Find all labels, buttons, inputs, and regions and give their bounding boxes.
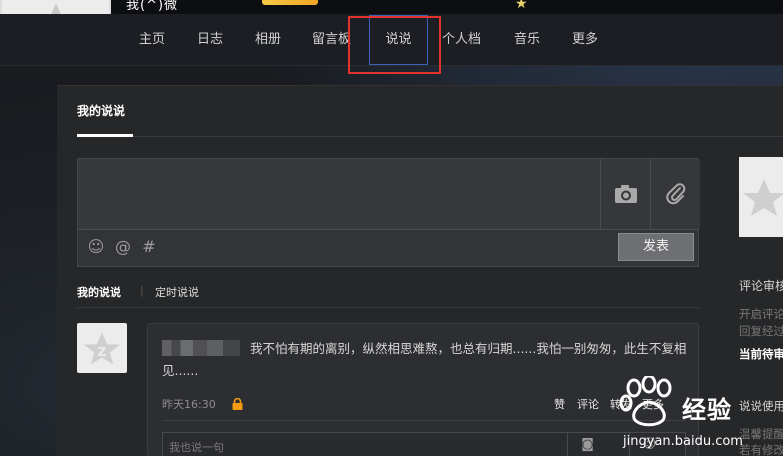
nav-blog[interactable]: 日志 [197, 14, 223, 66]
divider [77, 136, 783, 137]
post-author-avatar[interactable]: Z [77, 323, 127, 373]
comment-photo-icon[interactable]: ◙ [567, 433, 607, 456]
post-card: 我不怕有期的离别，纵然相思难熬，也总有归期......我怕一别匆匆，此生不复相见… [147, 323, 699, 456]
publish-button[interactable]: 发表 [618, 233, 694, 261]
post-content: 我不怕有期的离别，纵然相思难熬，也总有归期......我怕一别匆匆，此生不复相见… [162, 341, 687, 378]
post-timestamp[interactable]: 昨天16:30 [162, 396, 216, 412]
lock-icon [232, 398, 243, 410]
panel-title[interactable]: 我的说说 [77, 102, 125, 119]
svg-text:Z: Z [98, 345, 107, 359]
baidu-jingyan-watermark: 经验 jingyan.baidu.com [618, 368, 783, 456]
nav-more[interactable]: 更多 [572, 14, 598, 66]
comment-button[interactable]: 评论 [577, 396, 599, 412]
sidebar-avatar[interactable] [739, 157, 783, 237]
highlight-box [348, 16, 441, 74]
divider [77, 307, 699, 308]
comment-placeholder: 我也说一句 [169, 441, 224, 454]
divider [162, 420, 686, 421]
watermark-url: jingyan.baidu.com [623, 434, 743, 449]
sidebar-line: 回复经过 [739, 324, 783, 338]
nav-profile[interactable]: 个人档 [442, 14, 481, 66]
nav-home[interactable]: 主页 [139, 14, 165, 66]
subtab-separator: | [140, 284, 144, 297]
nav-music[interactable]: 音乐 [514, 14, 540, 66]
subtab-scheduled[interactable]: 定时说说 [155, 284, 199, 300]
star-decoration-icon: ★ [515, 0, 528, 12]
hashtag-icon[interactable]: # [140, 238, 158, 256]
emoji-icon[interactable]: ☺ [87, 238, 105, 256]
sidebar-line: 开启评论 [739, 307, 783, 321]
nav-message-board[interactable]: 留言板 [312, 14, 351, 66]
nav-album[interactable]: 相册 [255, 14, 281, 66]
active-tab-underline [77, 134, 133, 137]
upload-photo-button[interactable] [600, 159, 650, 229]
post-editor: ☺ @ # 发表 [77, 158, 700, 267]
paperclip-icon [665, 183, 685, 205]
paw-logo-icon [619, 376, 672, 427]
star-placeholder-icon: Z [83, 332, 121, 365]
sidebar-comment-review-title: 评论审核 [739, 279, 783, 293]
watermark-brand: 经验 [682, 396, 732, 424]
camera-icon [614, 185, 637, 203]
editor-toolbar: ☺ @ # 发表 [78, 229, 698, 266]
subtab-my-shuoshuo[interactable]: 我的说说 [77, 284, 121, 300]
attach-button[interactable] [650, 159, 700, 229]
comment-input[interactable]: 我也说一句 ◙ ☺ [162, 432, 686, 456]
post-textarea[interactable] [78, 159, 600, 229]
at-icon[interactable]: @ [114, 238, 132, 256]
sidebar-pending-link[interactable]: 当前待审 [739, 346, 783, 362]
vip-badge[interactable] [262, 0, 318, 5]
username[interactable]: 我(^)微 [126, 0, 178, 13]
top-strip [0, 0, 783, 14]
like-button[interactable]: 赞 [554, 396, 565, 412]
star-placeholder-icon [743, 179, 783, 216]
